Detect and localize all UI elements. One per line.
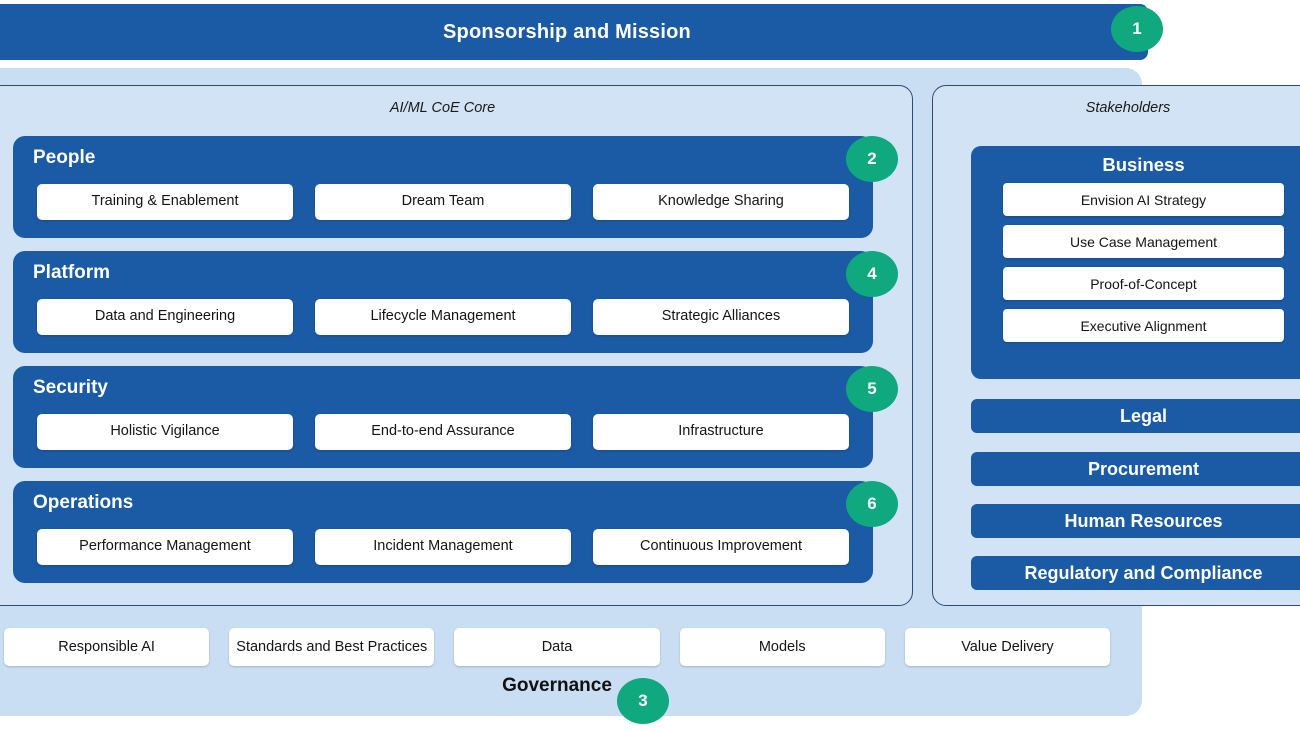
stakeholder-bar-procurement: Procurement xyxy=(971,452,1300,486)
stakeholder-bar-regulatory-and-compliance: Regulatory and Compliance xyxy=(971,556,1300,590)
pillar-platform: Platform Data and Engineering Lifecycle … xyxy=(13,251,873,353)
chip-executive-alignment: Executive Alignment xyxy=(1003,309,1284,342)
pillar-people-title: People xyxy=(33,147,96,168)
badge-5: 5 xyxy=(846,366,898,412)
badge-2: 2 xyxy=(846,136,898,182)
sponsorship-and-mission-banner: Sponsorship and Mission xyxy=(0,4,1148,60)
chip-models: Models xyxy=(679,628,885,666)
chip-end-to-end-assurance: End-to-end Assurance xyxy=(315,414,571,450)
badge-6: 6 xyxy=(846,481,898,527)
pillar-people: People Training & Enablement Dream Team … xyxy=(13,136,873,238)
chip-performance-management: Performance Management xyxy=(37,529,293,565)
pillar-platform-title: Platform xyxy=(33,262,111,283)
pillar-security-items: Holistic Vigilance End-to-end Assurance … xyxy=(13,414,873,450)
chip-data: Data xyxy=(454,628,660,666)
stakeholder-bar-human-resources: Human Resources xyxy=(971,504,1300,538)
aiml-coe-core-panel: AI/ML CoE Core People Training & Enablem… xyxy=(0,85,913,606)
pillar-operations-title: Operations xyxy=(33,492,134,513)
badge-4: 4 xyxy=(846,251,898,297)
chip-knowledge-sharing: Knowledge Sharing xyxy=(593,184,849,220)
chip-incident-management: Incident Management xyxy=(315,529,571,565)
stakeholders-panel-caption: Stakeholders xyxy=(1085,100,1171,116)
governance-chip-row: Responsible AI Standards and Best Practi… xyxy=(0,628,1114,666)
governance-label: Governance xyxy=(502,675,612,696)
business-title: Business xyxy=(1102,154,1185,175)
chip-continuous-improvement: Continuous Improvement xyxy=(593,529,849,565)
pillar-operations-items: Performance Management Incident Manageme… xyxy=(13,529,873,565)
chip-envision-ai-strategy: Envision AI Strategy xyxy=(1003,183,1284,216)
sponsorship-title: Sponsorship and Mission xyxy=(443,20,691,43)
chip-dream-team: Dream Team xyxy=(315,184,571,220)
chip-use-case-management: Use Case Management xyxy=(1003,225,1284,258)
stakeholder-bar-legal: Legal xyxy=(971,399,1300,433)
pillar-security-title: Security xyxy=(33,377,108,398)
chip-standards-and-best-practices: Standards and Best Practices xyxy=(229,628,435,666)
chip-data-and-engineering: Data and Engineering xyxy=(37,299,293,335)
chip-infrastructure: Infrastructure xyxy=(593,414,849,450)
pillar-people-items: Training & Enablement Dream Team Knowled… xyxy=(13,184,873,220)
chip-value-delivery: Value Delivery xyxy=(904,628,1111,666)
chip-holistic-vigilance: Holistic Vigilance xyxy=(37,414,293,450)
chip-training-and-enablement: Training & Enablement xyxy=(37,184,293,220)
diagram-canvas: Sponsorship and Mission 1 AI/ML CoE Core… xyxy=(0,0,1300,731)
pillar-operations: Operations Performance Management Incide… xyxy=(13,481,873,583)
stakeholders-panel: Stakeholders Business Envision AI Strate… xyxy=(932,85,1300,606)
badge-3: 3 xyxy=(617,678,669,724)
chip-proof-of-concept: Proof-of-Concept xyxy=(1003,267,1284,300)
stakeholder-business-box: Business Envision AI Strategy Use Case M… xyxy=(971,146,1300,379)
chip-lifecycle-management: Lifecycle Management xyxy=(315,299,571,335)
core-panel-caption: AI/ML CoE Core xyxy=(389,100,496,116)
pillar-platform-items: Data and Engineering Lifecycle Managemen… xyxy=(13,299,873,335)
pillar-security: Security Holistic Vigilance End-to-end A… xyxy=(13,366,873,468)
chip-strategic-alliances: Strategic Alliances xyxy=(593,299,849,335)
chip-responsible-ai: Responsible AI xyxy=(4,628,210,666)
badge-1: 1 xyxy=(1111,6,1163,52)
